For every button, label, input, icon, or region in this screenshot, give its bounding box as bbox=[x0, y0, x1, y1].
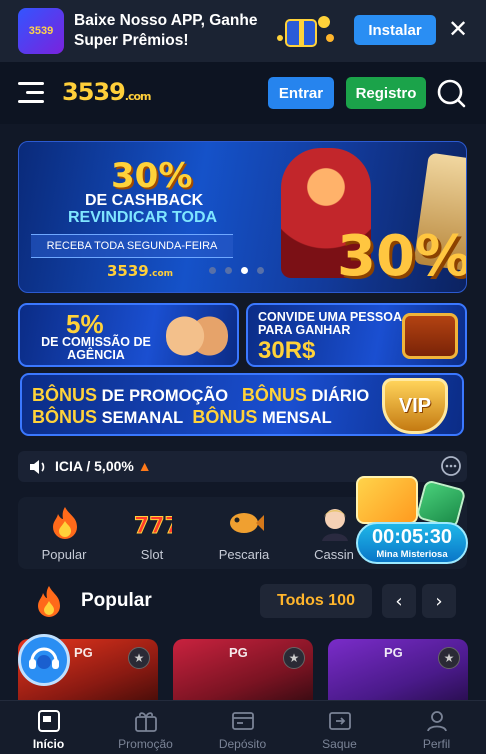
agency-text: DE COMISSÃO DE AGÊNCIA bbox=[41, 335, 151, 362]
bottom-navigation: Início Promoção Depósito Saque Perfil bbox=[0, 700, 486, 754]
page: { "app_banner": { "logo_text": "3539", "… bbox=[0, 0, 486, 754]
category-label: Popular bbox=[41, 547, 87, 562]
site-logo[interactable]: 3539.com bbox=[62, 78, 152, 106]
popular-title: Popular bbox=[81, 590, 152, 611]
nav-label: Perfil bbox=[422, 737, 451, 751]
nav-label: Depósito bbox=[218, 737, 267, 751]
hero-banner[interactable]: 30% DE CASHBACK REVINDICAR TODA RECEBA T… bbox=[18, 141, 467, 293]
agency-commission-card[interactable]: 5% DE COMISSÃO DE AGÊNCIA bbox=[18, 303, 239, 367]
app-logo-icon: 3539 bbox=[18, 8, 64, 54]
next-page-button[interactable]: › bbox=[422, 584, 456, 618]
nav-label: Saque bbox=[322, 737, 357, 751]
logo-text: 3539 bbox=[62, 78, 126, 106]
chat-bubble-icon[interactable] bbox=[440, 455, 462, 477]
bonus-row-2: BÔNUS SEMANAL BÔNUS MENSAL bbox=[32, 407, 332, 428]
install-button[interactable]: Instalar bbox=[354, 15, 436, 45]
provider-label: PG bbox=[229, 645, 248, 660]
popular-section-header: Popular Todos 100 ‹ › bbox=[18, 582, 467, 622]
game-tile[interactable]: PG ★ bbox=[328, 639, 468, 709]
nav-label: Promoção bbox=[118, 737, 173, 751]
logo-suffix: .com bbox=[124, 90, 152, 103]
mystery-timer-value: 00:05:30 bbox=[371, 526, 453, 548]
gift-icon bbox=[134, 710, 158, 732]
profile-icon bbox=[425, 710, 449, 732]
hero-big-percent: 30% bbox=[337, 224, 467, 289]
nav-promotion[interactable]: Promoção bbox=[97, 701, 194, 754]
bonus-type: SEMANAL bbox=[101, 409, 184, 427]
close-banner-icon[interactable]: ✕ bbox=[448, 16, 468, 44]
bonus-type: DIÁRIO bbox=[311, 387, 370, 405]
register-button[interactable]: Registro bbox=[346, 77, 426, 109]
mystery-timer-label: Mina Misteriosa bbox=[376, 549, 448, 560]
header: 3539.com Entrar Registro bbox=[0, 62, 486, 124]
search-icon[interactable] bbox=[436, 77, 466, 109]
category-slot[interactable]: 777 Slot bbox=[112, 503, 192, 565]
nav-profile[interactable]: Perfil bbox=[388, 701, 485, 754]
carousel-dot-active[interactable] bbox=[241, 267, 248, 274]
bonus-word: BÔNUS bbox=[32, 407, 98, 427]
category-label: Pescaria bbox=[218, 547, 270, 562]
fire-icon bbox=[46, 505, 84, 541]
nav-home[interactable]: Início bbox=[0, 701, 97, 754]
bonus-type: DE PROMOÇÃO bbox=[101, 387, 229, 405]
provider-label: PG bbox=[74, 645, 93, 660]
hero-logo-suffix: .com bbox=[148, 269, 174, 279]
home-icon bbox=[37, 710, 61, 732]
support-headset-icon[interactable] bbox=[18, 634, 70, 686]
carousel-dot[interactable] bbox=[209, 267, 216, 274]
game-tile[interactable]: PG ★ bbox=[173, 639, 313, 709]
slot-777-icon: 777 bbox=[134, 505, 181, 541]
bonus-word: BÔNUS bbox=[241, 385, 307, 405]
vip-badge-icon: VIP bbox=[382, 378, 448, 434]
hero-line-1: DE CASHBACK bbox=[85, 192, 204, 209]
withdraw-icon bbox=[328, 710, 352, 732]
invite-card[interactable]: CONVIDE UMA PESSOA PARA GANHAR 30R$ bbox=[246, 303, 467, 367]
nav-deposit[interactable]: Depósito bbox=[194, 701, 291, 754]
favorite-star-icon[interactable]: ★ bbox=[283, 647, 305, 669]
app-banner-text: Baixe Nosso APP, Ganhe Super Prêmios! bbox=[74, 12, 258, 49]
bonus-type: MENSAL bbox=[261, 409, 332, 427]
bonus-row-1: BÔNUS DE PROMOÇÃO BÔNUS DIÁRIO bbox=[32, 385, 369, 406]
treasure-chest-icon bbox=[402, 313, 458, 359]
invite-value: 30R$ bbox=[258, 337, 316, 364]
gift-box-icon bbox=[272, 8, 344, 54]
menu-icon[interactable] bbox=[18, 80, 46, 106]
mystery-timer: 00:05:30 Mina Misteriosa bbox=[356, 522, 468, 564]
hero-line-2: REVINDICAR TODA bbox=[68, 209, 218, 226]
bonus-word: BÔNUS bbox=[192, 407, 258, 427]
favorite-star-icon[interactable]: ★ bbox=[438, 647, 460, 669]
bonus-card[interactable]: BÔNUS DE PROMOÇÃO BÔNUS DIÁRIO BÔNUS SEM… bbox=[20, 373, 464, 436]
speaker-icon bbox=[29, 459, 47, 475]
favorite-star-icon[interactable]: ★ bbox=[128, 647, 150, 669]
bonus-word: BÔNUS bbox=[32, 385, 98, 405]
marquee-text-value: ICIA / 5,00% bbox=[55, 458, 134, 474]
provider-label: PG bbox=[384, 645, 403, 660]
fire-icon bbox=[32, 584, 66, 620]
nav-withdraw[interactable]: Saque bbox=[291, 701, 388, 754]
svg-text:777: 777 bbox=[134, 514, 172, 539]
marquee-text: ICIA / 5,00% ▲ bbox=[55, 458, 152, 474]
category-label: Slot bbox=[140, 547, 164, 562]
prev-page-button[interactable]: ‹ bbox=[382, 584, 416, 618]
fire-icon: ▲ bbox=[137, 458, 152, 474]
category-fishing[interactable]: Pescaria bbox=[204, 503, 284, 565]
invite-text: CONVIDE UMA PESSOA PARA GANHAR bbox=[258, 310, 402, 337]
fish-icon bbox=[226, 505, 264, 541]
deposit-icon bbox=[231, 710, 255, 732]
hero-logo-text: 3539 bbox=[107, 262, 149, 280]
category-popular[interactable]: Popular bbox=[24, 503, 104, 565]
hero-percent: 30% bbox=[111, 156, 193, 196]
login-button[interactable]: Entrar bbox=[268, 77, 334, 109]
hero-logo: 3539.com bbox=[107, 262, 173, 280]
nav-label: Início bbox=[32, 737, 65, 751]
app-install-banner: 3539 Baixe Nosso APP, Ganhe Super Prêmio… bbox=[0, 0, 486, 62]
carousel-dots bbox=[209, 267, 264, 274]
handshake-icon bbox=[166, 315, 228, 357]
view-all-button[interactable]: Todos 100 bbox=[260, 584, 372, 618]
hero-line-3: RECEBA TODA SEGUNDA-FEIRA bbox=[31, 234, 233, 258]
gift-icon bbox=[356, 476, 418, 524]
mystery-box-widget[interactable]: 00:05:30 Mina Misteriosa bbox=[348, 476, 470, 572]
carousel-dot[interactable] bbox=[225, 267, 232, 274]
carousel-dot[interactable] bbox=[257, 267, 264, 274]
